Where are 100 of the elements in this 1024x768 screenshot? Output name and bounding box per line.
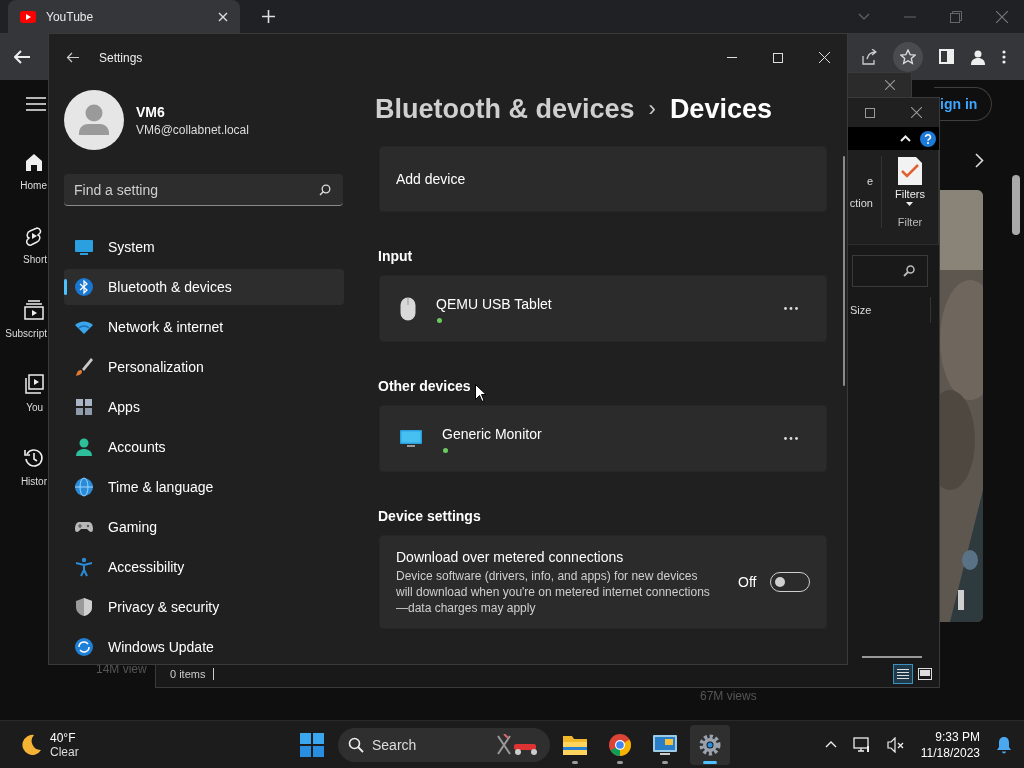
sidebar-label: You <box>26 402 43 413</box>
ribbon-group-label: Filter <box>897 216 923 228</box>
side-panel-icon[interactable] <box>939 49 954 64</box>
add-device-card[interactable]: Add device <box>379 146 827 212</box>
device-card[interactable]: Generic Monitor <box>379 405 827 472</box>
monitor-icon <box>400 428 422 449</box>
help-icon[interactable] <box>920 130 936 147</box>
star-icon <box>900 48 916 65</box>
nav-item[interactable]: Accounts <box>64 429 344 465</box>
view-count: 67M views <box>700 689 757 703</box>
weather-condition: Clear <box>50 744 79 759</box>
status-text: 0 items <box>170 668 215 680</box>
device-card[interactable]: QEMU USB Tablet <box>379 275 827 342</box>
taskbar-search-field[interactable]: Search <box>338 727 550 762</box>
clock-time[interactable]: 9:33 PM <box>935 729 980 744</box>
sidebar-item[interactable]: You <box>0 374 47 413</box>
sidebar-item[interactable]: Subscript <box>0 300 47 339</box>
monitor-icon <box>652 732 678 757</box>
back-arrow-icon[interactable] <box>66 52 79 63</box>
clock-date[interactable]: 11/18/2023 <box>920 745 980 760</box>
notification-bell-icon[interactable] <box>996 735 1012 754</box>
nav-item[interactable]: Network & internet <box>64 309 344 345</box>
search-icon <box>319 184 331 196</box>
more-options-icon[interactable] <box>784 437 798 440</box>
collapse-ribbon-icon[interactable] <box>900 135 911 142</box>
share-icon[interactable] <box>861 48 877 65</box>
bluetooth-icon <box>74 277 94 297</box>
breadcrumb-parent[interactable]: Bluetooth & devices <box>375 93 635 125</box>
more-menu-icon[interactable] <box>1002 49 1006 64</box>
start-icon[interactable] <box>300 732 324 757</box>
new-tab-icon[interactable] <box>262 10 275 23</box>
settings-search-field[interactable]: Find a setting <box>64 174 343 206</box>
sidebar-label: Histor <box>20 476 47 487</box>
bookmark-star-button[interactable] <box>893 41 923 72</box>
nav-item[interactable]: Bluetooth & devices <box>64 269 344 305</box>
video-logo-icon <box>20 10 36 23</box>
nav-item[interactable]: Apps <box>64 389 344 425</box>
user-name: VM6 <box>136 103 166 120</box>
scrollbar-thumb[interactable] <box>843 156 845 386</box>
setting-title: Download over metered connections <box>396 548 625 565</box>
apps-icon <box>74 397 94 417</box>
maximize-icon[interactable] <box>865 107 875 118</box>
setting-description: Device software (drivers, info, and apps) for new devices will download when you're on metered internet connections—data charges may apply <box>396 567 711 616</box>
mouse-pointer-icon <box>475 384 486 402</box>
page-title: Devices <box>669 93 772 125</box>
section-heading: Other devices <box>378 377 471 395</box>
chevron-up-icon[interactable] <box>824 741 837 748</box>
more-options-icon[interactable] <box>784 307 798 310</box>
window-title: Settings <box>99 50 143 65</box>
profile-icon[interactable] <box>970 48 986 65</box>
checked-document-icon <box>897 156 923 186</box>
sidebar-label: Subscript <box>5 328 47 339</box>
network-icon[interactable] <box>852 736 871 753</box>
caret-icon <box>906 202 914 206</box>
window-icon <box>918 668 932 680</box>
nav-item[interactable]: Gaming <box>64 509 344 545</box>
device-name: Generic Monitor <box>442 426 542 442</box>
tab-title: YouTube <box>46 9 95 24</box>
restore-icon[interactable] <box>950 10 962 23</box>
avatar-icon <box>64 90 124 150</box>
nav-item[interactable]: Windows Update <box>64 629 344 665</box>
brush-icon <box>74 357 94 377</box>
time-icon <box>74 477 94 497</box>
search-field[interactable] <box>852 255 928 287</box>
muted-speaker-icon[interactable] <box>886 736 905 753</box>
moon-icon[interactable] <box>20 733 42 756</box>
scrollbar-thumb[interactable] <box>862 656 922 658</box>
nav-item[interactable]: Time & language <box>64 469 344 505</box>
shield-icon <box>74 597 94 617</box>
subscriptions-icon <box>24 300 44 320</box>
column-header[interactable]: Size <box>850 304 872 316</box>
section-heading: Device settings <box>378 507 481 525</box>
section-heading: Input <box>378 247 413 265</box>
filters-button[interactable]: Filters <box>895 156 925 206</box>
settings-button[interactable] <box>690 724 730 765</box>
close-icon[interactable] <box>911 107 922 118</box>
gear-icon <box>697 732 723 757</box>
nav-item[interactable]: Personalization <box>64 349 344 385</box>
list-icon <box>896 668 910 680</box>
chevron-right-icon[interactable] <box>975 153 984 168</box>
sidebar-item[interactable]: Short <box>0 226 47 265</box>
shorts-icon <box>24 226 44 246</box>
accessibility-icon <box>74 557 94 577</box>
nav-item[interactable]: Accessibility <box>64 549 344 585</box>
details-view-button[interactable] <box>893 664 913 684</box>
ribbon-label: ction <box>849 197 873 209</box>
nav-item[interactable]: System <box>64 229 344 265</box>
sidebar-item[interactable]: Home <box>0 152 47 191</box>
browser-tab[interactable]: YouTube <box>8 0 240 33</box>
device-name: QEMU USB Tablet <box>436 296 552 312</box>
nav-item[interactable]: Privacy & security <box>64 589 344 625</box>
chevron-down-icon[interactable] <box>858 12 870 21</box>
sidebar-item[interactable]: Histor <box>0 448 47 487</box>
scrollbar-thumb[interactable] <box>1012 175 1020 235</box>
temperature: 40°F <box>50 730 77 745</box>
search-icon <box>903 265 915 277</box>
menu-icon[interactable] <box>26 97 46 111</box>
library-icon <box>24 374 44 394</box>
home-icon <box>24 152 44 172</box>
sidebar-label: Short <box>23 254 47 265</box>
